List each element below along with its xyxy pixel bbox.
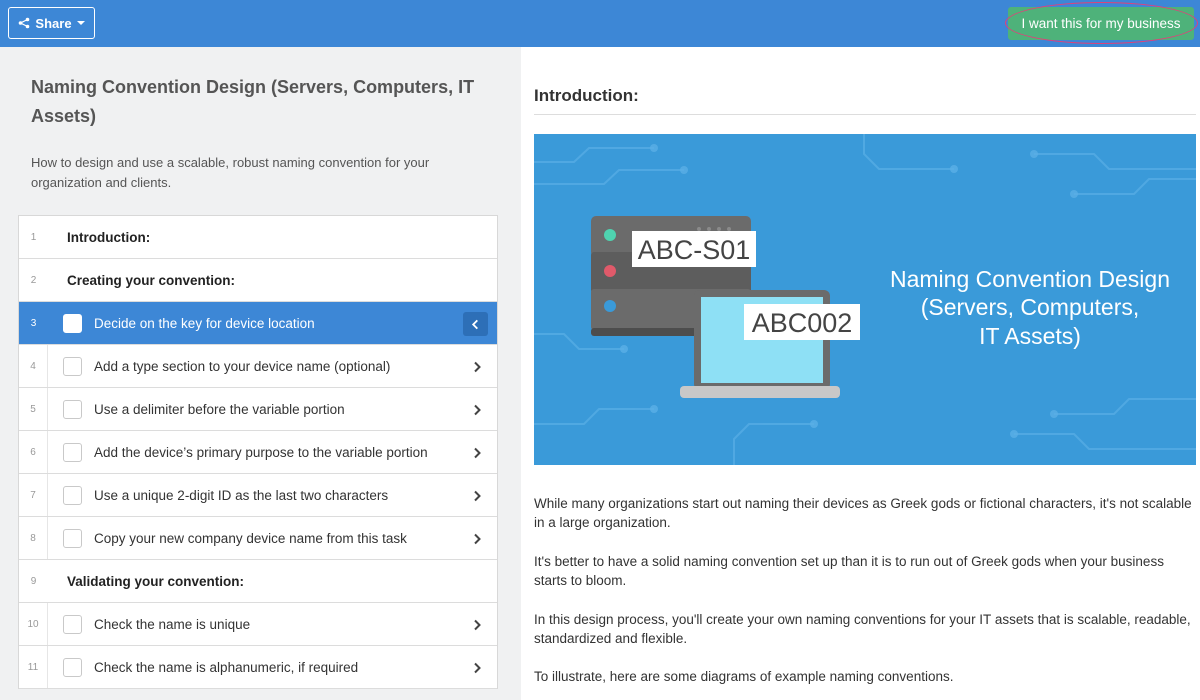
task-row[interactable]: 11 Check the name is alphanumeric, if req… — [19, 646, 497, 689]
page-title: Naming Convention Design (Servers, Compu… — [31, 77, 475, 126]
task-checkbox[interactable] — [63, 443, 82, 462]
sidebar: Naming Convention Design (Servers, Compu… — [0, 47, 521, 700]
caret-down-icon — [76, 21, 85, 25]
task-section-heading[interactable]: 9 Validating your convention: — [19, 560, 497, 603]
task-number: 11 — [19, 646, 48, 688]
task-number: 6 — [19, 431, 48, 473]
chevron-right-icon[interactable] — [471, 446, 483, 459]
divider — [534, 114, 1196, 115]
task-checkbox[interactable] — [63, 658, 82, 677]
laptop-label: ABC002 — [752, 308, 853, 338]
svg-text:IT Assets): IT Assets) — [979, 323, 1081, 349]
task-label: Check the name is alphanumeric, if requi… — [94, 659, 359, 675]
page-subtitle: How to design and use a scalable, robust… — [31, 155, 430, 190]
task-row[interactable]: 8 Copy your new company device name from … — [19, 517, 497, 560]
task-checkbox[interactable] — [63, 529, 82, 548]
svg-text:(Servers, Computers,: (Servers, Computers, — [921, 294, 1140, 320]
task-row[interactable]: 5 Use a delimiter before the variable por… — [19, 388, 497, 431]
server-label: ABC-S01 — [638, 235, 751, 265]
chevron-right-icon[interactable] — [471, 489, 483, 502]
task-section-heading[interactable]: 1 Introduction: — [19, 216, 497, 259]
chevron-right-icon[interactable] — [471, 618, 483, 631]
chevron-right-icon[interactable] — [471, 661, 483, 674]
task-label: Check the name is unique — [94, 616, 251, 632]
task-number: 5 — [19, 388, 48, 430]
task-label: Creating your convention: — [67, 272, 236, 288]
task-checkbox[interactable] — [63, 486, 82, 505]
banner-image: ABC-S01 ABC002 Naming Convention Design … — [534, 134, 1196, 465]
section-title: Introduction: — [534, 86, 639, 105]
task-list: 1 Introduction: 2 Creating your convention:… — [18, 215, 498, 689]
want-this-button[interactable]: I want this for my business — [1008, 7, 1194, 40]
task-checkbox[interactable] — [63, 357, 82, 376]
task-section-heading[interactable]: 2 Creating your convention: — [19, 259, 497, 302]
task-row[interactable]: 4 Add a type section to your device name … — [19, 345, 497, 388]
task-checkbox[interactable] — [63, 400, 82, 419]
chevron-right-icon[interactable] — [471, 360, 483, 373]
task-label: Introduction: — [67, 229, 151, 245]
chevron-right-icon[interactable] — [471, 532, 483, 545]
task-label: Decide on the key for device location — [94, 315, 315, 331]
intro-paragraph-1: While many organizations start out namin… — [534, 496, 1192, 530]
task-number: 10 — [19, 603, 48, 645]
task-label: Add the device’s primary purpose to the … — [94, 444, 428, 460]
share-label: Share — [35, 15, 72, 31]
task-row[interactable]: 7 Use a unique 2-digit ID as the last two… — [19, 474, 497, 517]
task-row[interactable]: 3 Decide on the key for device location — [19, 302, 497, 345]
task-number: 9 — [30, 575, 37, 587]
share-icon — [19, 17, 30, 29]
task-number: 8 — [19, 517, 48, 559]
chevron-right-icon[interactable] — [471, 403, 483, 416]
task-number: 1 — [30, 231, 37, 243]
task-number: 4 — [19, 345, 48, 387]
task-checkbox[interactable] — [63, 615, 82, 634]
task-row[interactable]: 10 Check the name is unique — [19, 603, 497, 646]
intro-paragraph-4: To illustrate, here are some diagrams of… — [534, 669, 954, 684]
task-label: Copy your new company device name from t… — [94, 530, 407, 546]
task-label: Use a delimiter before the variable port… — [94, 401, 345, 417]
intro-paragraph-3: In this design process, you'll create yo… — [534, 612, 1191, 646]
task-number: 3 — [30, 317, 37, 329]
task-row[interactable]: 6 Add the device’s primary purpose to the… — [19, 431, 497, 474]
main-content: Introduction: ABC-S01 ABC002 Naming Conv… — [521, 47, 1200, 700]
task-label: Use a unique 2-digit ID as the last two … — [94, 487, 389, 503]
task-number: 7 — [19, 474, 48, 516]
task-number: 2 — [30, 274, 37, 286]
task-label: Validating your convention: — [67, 573, 245, 589]
task-checkbox[interactable] — [63, 314, 82, 333]
top-bar: Share I want this for my business — [0, 0, 1200, 47]
task-label: Add a type section to your device name (… — [94, 358, 391, 374]
share-button[interactable]: Share — [8, 7, 95, 39]
svg-text:Naming Convention Design: Naming Convention Design — [890, 266, 1170, 292]
intro-paragraph-2: It's better to have a solid naming conve… — [534, 554, 1164, 588]
chevron-left-icon[interactable] — [463, 312, 488, 336]
